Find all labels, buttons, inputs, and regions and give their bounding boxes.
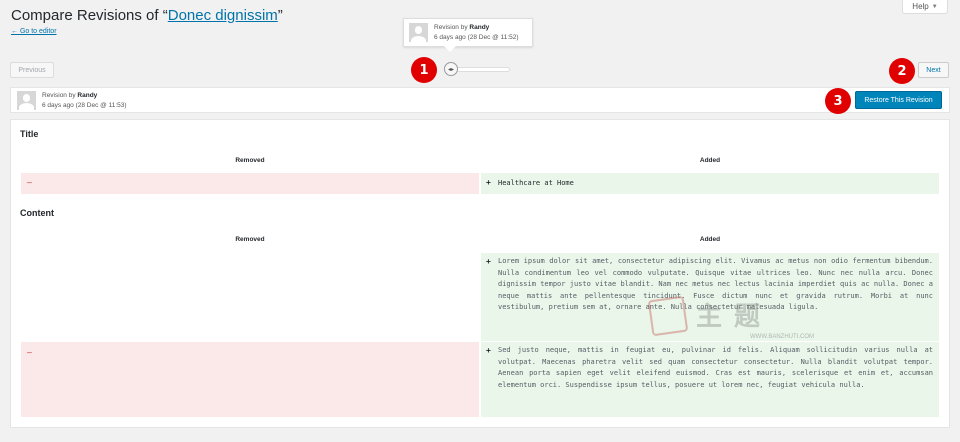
restore-revision-button[interactable]: Restore This Revision <box>855 91 942 109</box>
avatar <box>409 23 428 42</box>
page-title: Compare Revisions of “Donec dignissim” <box>11 7 283 24</box>
added-column-header: Added <box>699 157 721 164</box>
plus-icon: + <box>486 178 491 187</box>
revision-meta-bar: Revision by Randy 6 days ago (28 Dec @ 1… <box>10 87 950 113</box>
title-added-cell: + Healthcare at Home <box>481 173 939 194</box>
content-added-cell: + Lorem ipsum dolor sit amet, consectetu… <box>481 253 939 341</box>
content-removed-cell: – <box>21 342 479 417</box>
annotation-badge-2: 2 <box>889 58 915 84</box>
tooltip-author-line: Revision by Randy <box>434 24 519 31</box>
title-added-text: Healthcare at Home <box>498 179 574 187</box>
revision-label: Revision by <box>42 91 76 99</box>
previous-button[interactable]: Previous <box>10 62 54 78</box>
removed-column-header: Removed <box>235 157 265 164</box>
added-column-header: Added <box>699 236 721 243</box>
content-added-paragraph: Sed justo neque, mattis in feugiat eu, p… <box>498 346 933 389</box>
tooltip-author: Randy <box>469 24 490 31</box>
revision-author-line: Revision by Randy <box>42 92 127 99</box>
revision-time: 6 days ago (28 Dec @ 11:53) <box>42 101 127 109</box>
diff-panel: Title Removed Added – + Healthcare at Ho… <box>10 119 950 428</box>
help-button[interactable]: Help ▼ <box>902 0 948 14</box>
next-button[interactable]: Next <box>918 62 949 78</box>
title-removed-cell: – <box>21 173 479 194</box>
minus-icon: – <box>27 348 32 357</box>
slider-handle[interactable]: ◂▸ <box>444 62 458 76</box>
caret-down-icon: ▼ <box>931 3 938 10</box>
arrows-horizontal-icon: ◂▸ <box>447 66 455 73</box>
page-title-suffix: ” <box>277 7 283 24</box>
plus-icon: + <box>486 346 491 355</box>
content-section-heading: Content <box>20 208 54 218</box>
post-title-link[interactable]: Donec dignissim <box>168 7 278 24</box>
help-label: Help <box>912 2 929 11</box>
go-to-editor-link[interactable]: ← Go to editor <box>11 28 57 35</box>
plus-icon: + <box>486 257 491 266</box>
removed-column-header: Removed <box>235 236 265 243</box>
title-section-heading: Title <box>20 129 39 139</box>
tooltip-meta: Revision by Randy 6 days ago (28 Dec @ 1… <box>434 24 519 41</box>
revision-meta: Revision by Randy 6 days ago (28 Dec @ 1… <box>42 92 127 109</box>
annotation-badge-1: 1 <box>411 57 437 83</box>
tooltip-time: 6 days ago (28 Dec @ 11:52) <box>434 34 519 41</box>
revision-author: Randy <box>77 91 98 99</box>
annotation-badge-3: 3 <box>825 88 851 114</box>
avatar <box>17 90 36 110</box>
minus-icon: – <box>27 178 32 187</box>
content-added-paragraph: Lorem ipsum dolor sit amet, consectetur … <box>498 257 933 312</box>
content-added-cell: + Sed justo neque, mattis in feugiat eu,… <box>481 342 939 417</box>
revision-tooltip: Revision by Randy 6 days ago (28 Dec @ 1… <box>403 18 533 52</box>
page-title-prefix: Compare Revisions of “ <box>11 7 168 24</box>
tooltip-label: Revision by <box>434 24 468 31</box>
